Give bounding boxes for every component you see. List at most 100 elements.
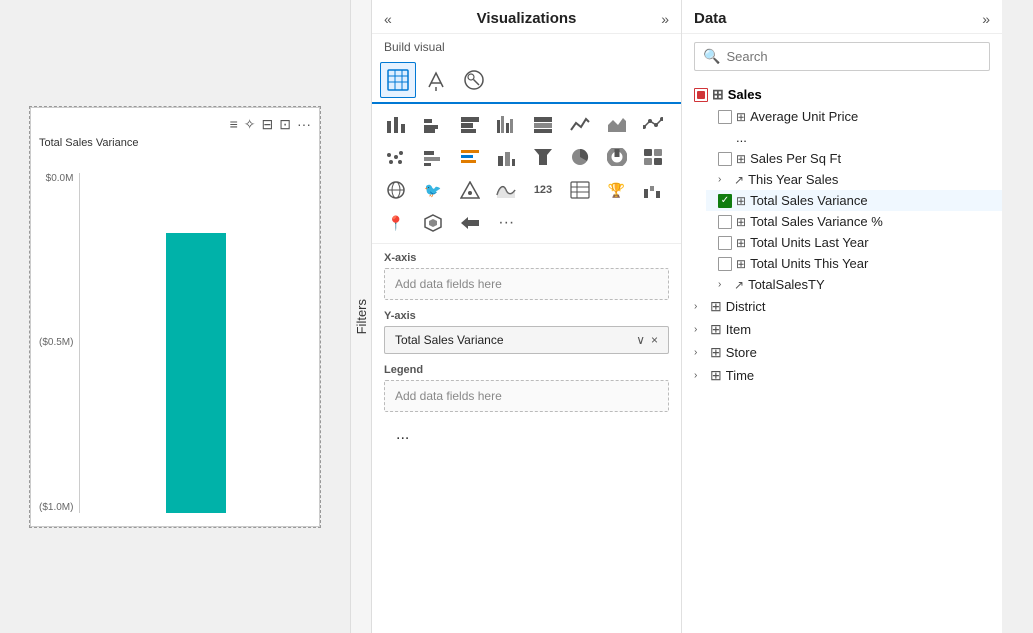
viz-icon-bar2[interactable] xyxy=(417,141,449,173)
expand-this-year[interactable]: › xyxy=(718,174,730,185)
viz-header: « Visualizations » xyxy=(372,0,681,34)
group-time[interactable]: › ⊞ Time xyxy=(682,364,1002,387)
viz-icon-waterfall[interactable] xyxy=(637,174,669,206)
viz-icon-123[interactable]: 123 xyxy=(527,174,559,206)
search-input[interactable] xyxy=(726,49,981,64)
field-icon-avg: ⊞ xyxy=(736,110,746,124)
cb-tuly[interactable] xyxy=(718,236,732,250)
viz-build-visual-label: Build visual xyxy=(372,34,681,58)
visualizations-panel: « Visualizations » Build visual xyxy=(372,0,682,633)
viz-icon-line[interactable] xyxy=(564,108,596,140)
viz-icon-matrix[interactable] xyxy=(637,141,669,173)
data-title: Data xyxy=(694,10,727,27)
sales-checkbox-red[interactable] xyxy=(694,88,708,102)
viz-icon-multirow[interactable] xyxy=(454,141,486,173)
field-total-sales-variance-pct[interactable]: ⊞ Total Sales Variance % xyxy=(706,211,1002,232)
y-axis-value: Total Sales Variance xyxy=(395,333,504,347)
viz-icon-globe[interactable] xyxy=(380,174,412,206)
field-label-tsv-pct: Total Sales Variance % xyxy=(750,214,883,229)
viz-type-format[interactable] xyxy=(418,62,454,98)
viz-icon-hexbin[interactable] xyxy=(417,207,449,239)
format-icon[interactable]: ≡ xyxy=(230,116,238,133)
field-total-sales-variance[interactable]: ✓ ⊞ Total Sales Variance xyxy=(706,190,1002,211)
data-expand-btn[interactable]: » xyxy=(982,11,990,27)
viz-icon-bird[interactable]: 🐦 xyxy=(417,174,449,206)
field-label-sales-sq: Sales Per Sq Ft xyxy=(750,151,841,166)
viz-icon-map-pin[interactable]: 📍 xyxy=(380,207,412,239)
viz-icon-bar[interactable] xyxy=(380,108,412,140)
pin-icon[interactable]: ✧ xyxy=(244,116,256,133)
chart-toolbar: ≡ ✧ ⊟ ⊡ ··· xyxy=(39,116,311,133)
viz-icon-more[interactable]: ··· xyxy=(490,207,522,239)
viz-type-analytics[interactable] xyxy=(456,62,492,98)
field-total-units-last-year[interactable]: ⊞ Total Units Last Year xyxy=(706,232,1002,253)
trend-icon-tys: ↗ xyxy=(734,173,744,187)
viz-icon-cluster-bar[interactable] xyxy=(490,108,522,140)
field-icon-tsv-pct: ⊞ xyxy=(736,215,746,229)
viz-icon-funnel[interactable] xyxy=(527,141,559,173)
viz-icon-line2[interactable] xyxy=(637,108,669,140)
viz-icon-pie[interactable] xyxy=(564,141,596,173)
field-icon-tuly: ⊞ xyxy=(736,236,746,250)
cb-tuty[interactable] xyxy=(718,257,732,271)
viz-icon-table2[interactable] xyxy=(564,174,596,206)
sales-label: Sales xyxy=(728,87,762,102)
viz-fields: X-axis Add data fields here Y-axis Total… xyxy=(372,244,681,633)
viz-icon-donut[interactable] xyxy=(601,141,633,173)
y-axis-chevron[interactable]: ∨ xyxy=(636,333,645,347)
y-label-top: $0.0M xyxy=(46,173,74,184)
field-label-tuly: Total Units Last Year xyxy=(750,235,869,250)
group-item[interactable]: › ⊞ Item xyxy=(682,318,1002,341)
field-dots[interactable]: ... xyxy=(706,127,1002,148)
viz-expand-btn[interactable]: » xyxy=(661,11,669,27)
viz-icon-shape[interactable] xyxy=(454,174,486,206)
field-average-unit-price[interactable]: ⊞ Average Unit Price xyxy=(706,106,1002,127)
viz-icon-stacked-bar[interactable] xyxy=(454,108,486,140)
filter-icon[interactable]: ⊟ xyxy=(262,116,274,133)
expand-total-sales-ty[interactable]: › xyxy=(718,279,730,290)
viz-type-table[interactable] xyxy=(380,62,416,98)
field-total-units-this-year[interactable]: ⊞ Total Units This Year xyxy=(706,253,1002,274)
x-axis-dropzone[interactable]: Add data fields here xyxy=(384,268,669,300)
field-icon-tuty: ⊞ xyxy=(736,257,746,271)
label-district: District xyxy=(726,299,766,314)
legend-label: Legend xyxy=(384,364,669,376)
data-search-box[interactable]: 🔍 xyxy=(694,42,990,71)
cb-total-sales-var[interactable]: ✓ xyxy=(718,194,732,208)
y-axis-filled[interactable]: Total Sales Variance ∨ × xyxy=(384,326,669,354)
viz-icon-100-bar[interactable] xyxy=(527,108,559,140)
trend-icon-tsty: ↗ xyxy=(734,278,744,292)
viz-icon-trophy[interactable]: 🏆 xyxy=(601,174,633,206)
filters-panel[interactable]: Filters xyxy=(350,0,372,633)
viz-icon-column[interactable] xyxy=(417,108,449,140)
expand-item[interactable]: › xyxy=(694,324,706,335)
viz-icon-column2[interactable] xyxy=(490,141,522,173)
cb-sales-per-sq[interactable] xyxy=(718,152,732,166)
more-icon[interactable]: ··· xyxy=(297,116,311,133)
chart-body: $0.0M ($0.5M) ($1.0M) xyxy=(39,153,311,513)
viz-icon-scatter[interactable] xyxy=(380,141,412,173)
group-district[interactable]: › ⊞ District xyxy=(682,295,1002,318)
legend-dropzone[interactable]: Add data fields here xyxy=(384,380,669,412)
expand-time[interactable]: › xyxy=(694,370,706,381)
expand-icon[interactable]: ⊡ xyxy=(279,116,291,133)
group-this-year-sales[interactable]: › ↗ This Year Sales xyxy=(706,169,1002,190)
y-axis-label: Y-axis xyxy=(384,310,669,322)
data-tree: ⊞ Sales ⊞ Average Unit Price ... ⊞ Sales… xyxy=(682,79,1002,633)
viz-icon-area[interactable] xyxy=(601,108,633,140)
cb-tsv-pct[interactable] xyxy=(718,215,732,229)
viz-collapse-btn[interactable]: « xyxy=(384,11,392,27)
y-axis-remove[interactable]: × xyxy=(651,333,658,347)
field-sales-per-sq-ft[interactable]: ⊞ Sales Per Sq Ft xyxy=(706,148,1002,169)
group-store[interactable]: › ⊞ Store xyxy=(682,341,1002,364)
cb-average-unit-price[interactable] xyxy=(718,110,732,124)
expand-district[interactable]: › xyxy=(694,301,706,312)
sales-group-header[interactable]: ⊞ Sales xyxy=(682,83,1002,106)
viz-more-btn[interactable]: ... xyxy=(384,422,669,448)
expand-store[interactable]: › xyxy=(694,347,706,358)
label-store: Store xyxy=(726,345,757,360)
viz-icon-wave[interactable] xyxy=(490,174,522,206)
field-label-tuty: Total Units This Year xyxy=(750,256,868,271)
group-total-sales-ty[interactable]: › ↗ TotalSalesTY xyxy=(706,274,1002,295)
viz-icon-arrows[interactable] xyxy=(454,207,486,239)
